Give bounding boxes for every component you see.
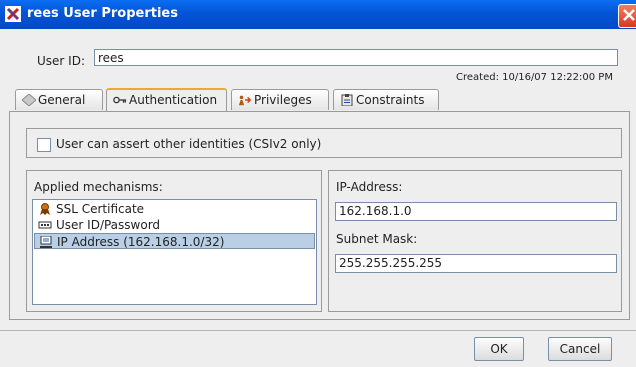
user-id-field[interactable]: rees <box>94 49 618 66</box>
list-item-ip-address[interactable]: IP Address (162.168.1.0/32) <box>34 233 315 249</box>
tab-authentication[interactable]: Authentication <box>106 88 227 111</box>
subnet-mask-field[interactable]: 255.255.255.255 <box>335 254 617 273</box>
ip-settings-group: IP-Address: 162.168.1.0 Subnet Mask: 255… <box>328 170 622 312</box>
user-properties-dialog: rees User Properties User ID: rees Creat… <box>0 0 636 367</box>
cancel-button[interactable]: Cancel <box>548 337 612 361</box>
mechanism-label: IP Address (162.168.1.0/32) <box>57 235 225 249</box>
title-bar[interactable]: rees User Properties <box>0 0 636 29</box>
list-item-ssl-certificate[interactable]: SSL Certificate <box>34 201 315 217</box>
ok-button[interactable]: OK <box>474 337 524 361</box>
mechanism-label: User ID/Password <box>56 218 161 232</box>
certificate-icon <box>40 203 50 215</box>
app-icon <box>5 6 21 22</box>
ip-address-label: IP-Address: <box>336 180 403 194</box>
mechanisms-list[interactable]: SSL Certificate User ID/Password IP Addr… <box>32 199 317 305</box>
close-icon <box>623 9 635 21</box>
tab-constraints-label: Constraints <box>356 93 425 107</box>
diamond-icon <box>22 94 36 106</box>
tab-privileges-label: Privileges <box>254 93 312 107</box>
assert-identities-checkbox[interactable] <box>37 138 51 152</box>
computer-icon <box>40 236 52 248</box>
clipboard-icon <box>341 94 353 106</box>
tab-constraints[interactable]: Constraints <box>333 89 439 110</box>
dialog-body: User ID: rees Created: 10/16/07 12:22:00… <box>0 29 636 367</box>
assert-identities-label[interactable]: User can assert other identities (CSIv2 … <box>56 137 321 151</box>
tab-general[interactable]: General <box>15 89 103 110</box>
user-id-label: User ID: <box>37 54 85 68</box>
mechanisms-group: Applied mechanisms: SSL Certificate User… <box>26 170 322 312</box>
authentication-panel: User can assert other identities (CSIv2 … <box>9 111 630 320</box>
ip-address-field[interactable]: 162.168.1.0 <box>335 202 617 221</box>
list-item-user-password[interactable]: User ID/Password <box>34 217 315 233</box>
created-timestamp: Created: 10/16/07 12:22:00 PM <box>456 72 613 83</box>
footer-separator <box>0 330 636 331</box>
window-title: rees User Properties <box>27 6 178 21</box>
identity-assertion-group: User can assert other identities (CSIv2 … <box>26 128 622 158</box>
subnet-mask-label: Subnet Mask: <box>336 232 418 246</box>
tab-authentication-label: Authentication <box>129 93 218 107</box>
password-icon <box>38 221 52 229</box>
mechanisms-title: Applied mechanisms: <box>34 180 163 194</box>
tab-privileges[interactable]: Privileges <box>231 89 329 110</box>
close-button[interactable] <box>618 4 636 28</box>
tab-general-label: General <box>38 93 86 107</box>
key-icon <box>113 96 127 104</box>
mechanism-label: SSL Certificate <box>56 202 145 216</box>
person-arrow-icon <box>238 95 252 106</box>
